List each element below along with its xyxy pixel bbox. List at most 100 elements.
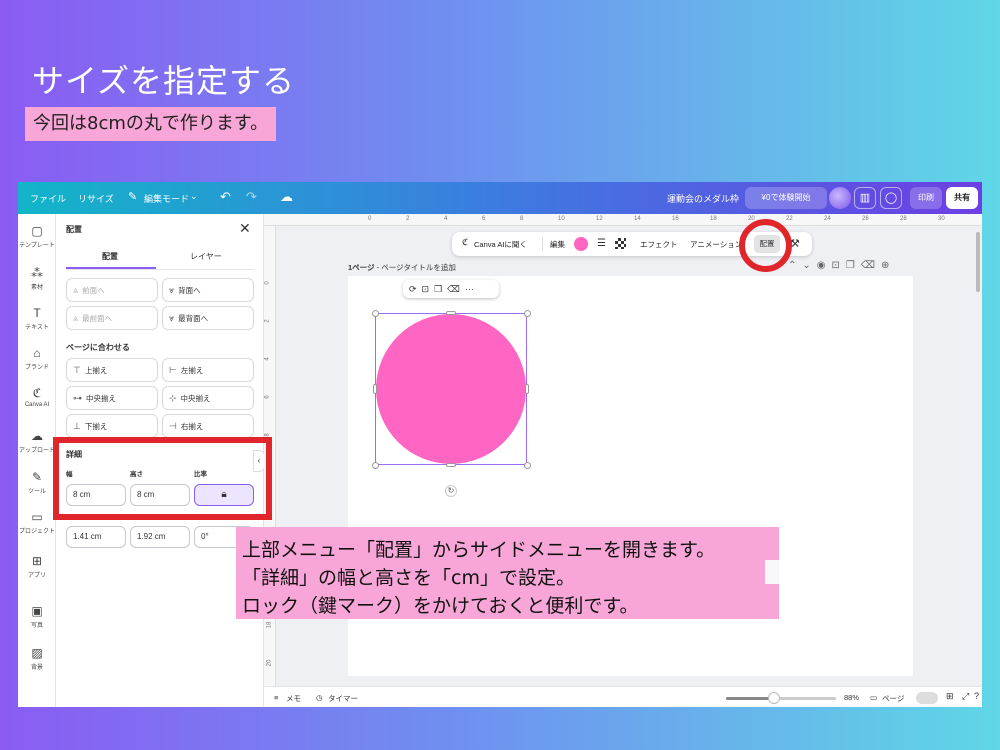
rail-item-label: テキスト: [25, 325, 49, 331]
rail-item[interactable]: T テキスト: [18, 306, 56, 331]
align-left-button[interactable]: ⊢ 左揃え: [162, 358, 254, 382]
to-back-button[interactable]: ⩔ 最背面へ: [162, 306, 254, 330]
document-title[interactable]: 運動会のメダル枠: [667, 192, 739, 205]
resize-handle[interactable]: [524, 462, 531, 469]
rail-item-label: Canva AI: [24, 402, 50, 408]
duplicate-icon[interactable]: ❐: [434, 284, 447, 294]
insights-icon[interactable]: ▥: [854, 187, 876, 209]
template-icon: ▢: [31, 224, 43, 238]
to-front-button[interactable]: ⩓ 最前面へ: [66, 306, 158, 330]
vertical-scrollbar[interactable]: [976, 232, 980, 292]
ruler-tick-label: 18: [266, 621, 273, 629]
tab-layers[interactable]: レイヤー: [190, 251, 222, 262]
align-top-button[interactable]: ⊤ 上揃え: [66, 358, 158, 382]
zoom-slider-fill: [726, 697, 775, 700]
rail-item-label: 写真: [30, 623, 43, 629]
ruler-tick-label: 4: [264, 357, 271, 361]
edit-mode-menu[interactable]: 編集モード: [144, 192, 189, 205]
print-button[interactable]: 印刷: [910, 187, 942, 209]
resize-handle[interactable]: [372, 310, 379, 317]
resize-handle[interactable]: [525, 384, 529, 394]
free-trial-button[interactable]: ¥0で体験開始: [745, 187, 827, 209]
align-bottom-button[interactable]: ⊥ 下揃え: [66, 414, 158, 438]
help-icon[interactable]: ?: [974, 691, 979, 701]
rail-item[interactable]: ▭ プロジェクト: [18, 510, 56, 535]
cloud-saved-icon[interactable]: ☁: [280, 189, 293, 205]
animation-button[interactable]: アニメーション: [690, 239, 742, 250]
callout-notch: [765, 560, 779, 584]
fullscreen-icon[interactable]: ⤢: [962, 691, 969, 702]
grid-view-icon[interactable]: ⊞: [946, 691, 954, 702]
rail-item[interactable]: ▢ テンプレート: [18, 224, 56, 249]
editor-topbar: ファイル リサイズ ✎ 編集モード ⌄ ↶ ↷ ☁ 運動会のメダル枠 ¥0で体験…: [18, 182, 982, 214]
chevron-up-icon[interactable]: ⌃: [788, 260, 802, 271]
pages-button[interactable]: ページ: [882, 693, 904, 704]
rotate-icon[interactable]: ↻: [445, 485, 457, 497]
ai-refresh-icon[interactable]: ⟳: [409, 284, 422, 294]
zoom-level[interactable]: 88%: [844, 693, 859, 702]
transparency-icon[interactable]: [615, 238, 626, 249]
timer-button[interactable]: タイマー: [328, 693, 358, 704]
page-title-placeholder[interactable]: - ページタイトルを追加: [377, 263, 456, 272]
rail-item[interactable]: ▨ 背景: [18, 646, 56, 671]
delete-icon[interactable]: ⌫: [861, 260, 881, 271]
to-back-label: 最背面へ: [178, 314, 209, 323]
redo-icon[interactable]: ↷: [246, 189, 257, 205]
align-right-label: 右揃え: [180, 422, 204, 431]
hide-icon[interactable]: ◉: [817, 260, 832, 271]
resize-handle[interactable]: [446, 463, 456, 467]
ruler-tick-label: 14: [634, 216, 641, 222]
rail-item[interactable]: ⁂ 素材: [18, 266, 56, 291]
slide-subtitle: 今回は8cmの丸で作ります。: [25, 107, 277, 141]
rail-item-label: プロジェクト: [18, 529, 55, 535]
element-toolbar: ⟳⊡❐⌫⋯: [403, 280, 499, 298]
layer-forward-icon: ⩓: [73, 285, 79, 295]
align-center-button[interactable]: ⊹ 中央揃え: [162, 386, 254, 410]
rail-item[interactable]: ⊞ アプリ: [18, 554, 56, 579]
resize-handle[interactable]: [372, 462, 379, 469]
resize-menu[interactable]: リサイズ: [78, 192, 114, 205]
edit-button[interactable]: 編集: [550, 239, 565, 250]
share-button[interactable]: 共有: [946, 187, 978, 209]
close-icon[interactable]: ✕: [239, 220, 251, 237]
ruler-tick-label: 24: [824, 216, 831, 222]
rail-item[interactable]: ☁ アップロード: [18, 429, 56, 454]
chevron-down-icon[interactable]: ⌄: [802, 260, 816, 271]
resize-handle[interactable]: [373, 384, 377, 394]
duplicate-icon[interactable]: ❐: [846, 260, 861, 271]
forward-button[interactable]: ⩓ 前面へ: [66, 278, 158, 302]
comment-icon[interactable]: ◯: [880, 187, 902, 209]
elements-icon: ⁂: [31, 266, 43, 280]
align-middle-button[interactable]: ⊶ 中央揃え: [66, 386, 158, 410]
undo-icon[interactable]: ↶: [220, 189, 231, 205]
border-style-icon[interactable]: ☰: [597, 238, 606, 249]
ruler-tick-label: 20: [266, 659, 273, 667]
resize-handle[interactable]: [446, 311, 456, 315]
avatar[interactable]: [829, 187, 851, 209]
color-swatch[interactable]: [574, 237, 588, 251]
file-menu[interactable]: ファイル: [30, 192, 66, 205]
ruler-tick-label: 6: [264, 395, 271, 399]
resize-handle[interactable]: [524, 310, 531, 317]
toggle-switch[interactable]: [916, 692, 938, 704]
rail-item[interactable]: ▣ 写真: [18, 604, 56, 629]
ask-ai-button[interactable]: Canva AIに聞く: [474, 239, 527, 250]
y-position-input[interactable]: 1.92 cm: [130, 526, 190, 548]
align-right-button[interactable]: ⊣ 右揃え: [162, 414, 254, 438]
backward-button[interactable]: ⩔ 背面へ: [162, 278, 254, 302]
rail-item[interactable]: ⌂ ブランド: [18, 346, 56, 371]
delete-icon[interactable]: ⌫: [447, 284, 465, 294]
lock-icon[interactable]: ⊡: [422, 284, 435, 294]
x-position-input[interactable]: 1.41 cm: [66, 526, 126, 548]
effect-button[interactable]: エフェクト: [640, 239, 678, 250]
rail-item[interactable]: ✎ ツール: [18, 470, 56, 495]
lock-icon[interactable]: ⊡: [832, 260, 846, 271]
add-page-icon[interactable]: ⊕: [881, 260, 895, 271]
rail-item-label: アプリ: [27, 573, 46, 579]
rail-item[interactable]: ℭ Canva AI: [18, 386, 56, 408]
tab-arrange[interactable]: 配置: [102, 251, 118, 262]
pages-icon: ▭: [870, 693, 878, 702]
zoom-slider-knob[interactable]: [768, 692, 781, 704]
notes-button[interactable]: メモ: [286, 693, 301, 704]
more-icon[interactable]: ⋯: [465, 284, 479, 294]
